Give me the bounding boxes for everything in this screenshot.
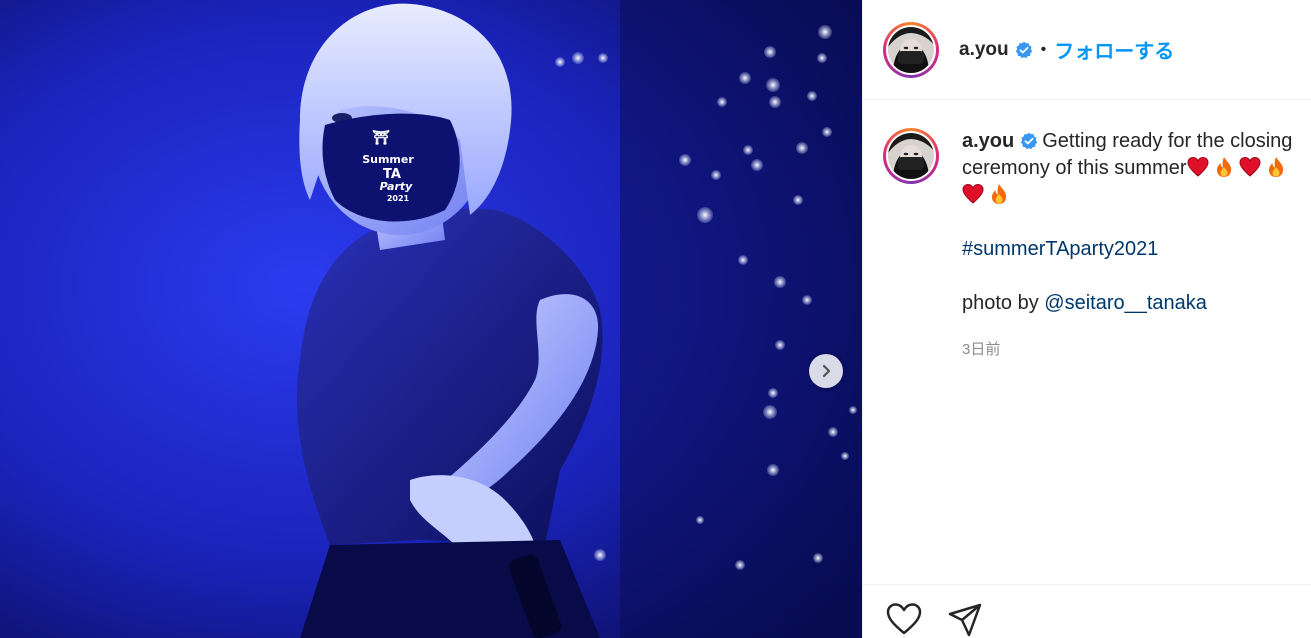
avatar-image xyxy=(888,133,934,179)
post-media: ⛩ Summer TA Party 2021 xyxy=(0,0,862,638)
caption-avatar[interactable] xyxy=(883,128,939,184)
separator-dot: • xyxy=(1040,40,1047,58)
fire-emoji-icon xyxy=(991,184,1007,204)
caption-text: a.you Getting ready for the closing cere… xyxy=(962,128,1311,363)
svg-text:2021: 2021 xyxy=(387,194,410,203)
avatar-image xyxy=(888,26,934,73)
action-bar xyxy=(863,584,1311,638)
post-sidebar: a.you • フォローする a.you Getting ready for t… xyxy=(862,0,1311,638)
next-photo-button[interactable] xyxy=(809,354,843,388)
heart-emoji-icon xyxy=(962,183,984,204)
instagram-post: ⛩ Summer TA Party 2021 a.you • フォローする a.… xyxy=(0,0,1311,638)
fire-emoji-icon xyxy=(1268,157,1283,177)
verified-badge-icon xyxy=(1015,41,1033,59)
photo-credit: photo by @seitaro__tanaka xyxy=(962,290,1311,317)
photo-credit-prefix: photo by xyxy=(962,292,1045,314)
heart-icon[interactable] xyxy=(885,602,923,636)
heart-emoji-icon xyxy=(1239,156,1261,177)
username[interactable]: a.you xyxy=(959,39,1009,61)
svg-text:⛩: ⛩ xyxy=(372,129,390,146)
heart-emoji-icon xyxy=(1187,156,1209,177)
caption-username[interactable]: a.you xyxy=(962,130,1014,152)
post-photo: ⛩ Summer TA Party 2021 xyxy=(0,0,862,638)
avatar[interactable] xyxy=(883,21,939,78)
svg-text:Party: Party xyxy=(380,180,413,193)
chevron-right-icon xyxy=(822,364,831,378)
follow-button[interactable]: フォローする xyxy=(1054,35,1174,64)
caption: a.you Getting ready for the closing cere… xyxy=(863,100,1311,363)
verified-badge-icon xyxy=(1020,132,1038,150)
svg-text:Summer: Summer xyxy=(362,153,414,166)
mention-link[interactable]: @seitaro__tanaka xyxy=(1044,292,1207,314)
post-header: a.you • フォローする xyxy=(863,0,1311,100)
fire-emoji-icon xyxy=(1216,157,1231,177)
hashtag-link[interactable]: #summerTAparty2021 xyxy=(962,236,1311,263)
timestamp[interactable]: 3日前 xyxy=(962,336,1311,363)
share-icon[interactable] xyxy=(947,602,983,638)
